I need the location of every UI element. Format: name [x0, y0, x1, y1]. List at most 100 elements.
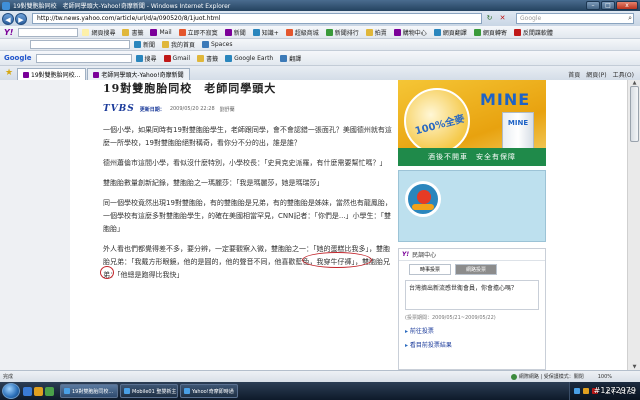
taskbar-button[interactable]: Yahoo!奇摩即時通: [180, 384, 238, 398]
links-toolbar-item-icon: [162, 41, 170, 48]
ie-icon: [2, 1, 10, 10]
status-bar: 完成 網際網路 | 受保護模式：關閉 100%: [0, 370, 640, 382]
google-search-input[interactable]: [35, 53, 132, 63]
google-toolbar-item-icon: [163, 54, 171, 62]
yahoo-toolbar-item[interactable]: Mail: [150, 28, 172, 37]
page-menu[interactable]: 網頁(P): [586, 70, 606, 79]
article-headline: 19對雙胞胎同校 老師同學頭大: [103, 82, 277, 95]
yahoo-toolbar-item[interactable]: 立即不寂寞: [178, 28, 218, 37]
poll-question[interactable]: 台灣擠出新流感世衛會員，你會擔心嗎？: [405, 280, 539, 310]
yahoo-toolbar-item[interactable]: 網頁搜尋: [82, 28, 115, 37]
tvbs-logo[interactable]: TVBS: [103, 104, 135, 114]
arc-shape: [412, 204, 434, 210]
search-icon[interactable]: ⌕: [628, 14, 632, 23]
yahoo-toolbar-item[interactable]: 網頁轉寄: [473, 28, 507, 37]
results-link[interactable]: 看目前投票結果: [405, 340, 545, 349]
yahoo-toolbar-item[interactable]: 拍賣: [365, 28, 387, 37]
back-button[interactable]: ◀: [2, 12, 14, 25]
yahoo-toolbar-item-label: 網頁轉寄: [482, 29, 507, 37]
search-input[interactable]: Google ⌕: [516, 13, 634, 24]
yahoo-toolbar-item[interactable]: 購物中心: [393, 28, 427, 37]
taskbar: 19對雙胞胎同校... Mobile01 聖嬰新主... Yahoo!奇摩即時通 上…: [0, 382, 640, 400]
ad-banner[interactable]: 100%全麥 MINE MINE 酒後不開車 安全有保障: [398, 80, 546, 166]
yahoo-tab-icon: [93, 71, 100, 78]
yahoo-logo[interactable]: Y!: [4, 28, 13, 37]
poll-tab-web[interactable]: 網路投票: [455, 264, 498, 275]
maximize-button[interactable]: □: [601, 0, 615, 10]
favorites-star-icon[interactable]: ★: [3, 67, 15, 79]
google-toolbar-item[interactable]: 搜尋: [135, 54, 157, 63]
close-button[interactable]: x: [616, 0, 638, 10]
taskbar-button[interactable]: 19對雙胞胎同校...: [60, 384, 118, 398]
links-toolbar-item[interactable]: Spaces: [202, 40, 232, 49]
google-toolbar-item-icon: [280, 54, 288, 62]
stop-icon[interactable]: ✕: [497, 13, 508, 24]
google-logo[interactable]: Google: [4, 54, 32, 62]
yahoo-toolbar-item[interactable]: 超級商城: [285, 28, 319, 37]
security-zone: 網際網路 | 受保護模式：關閉: [510, 373, 584, 380]
yahoo-toolbar-item[interactable]: 新聞排行: [325, 28, 359, 37]
links-toolbar-item-label: 新聞: [143, 42, 156, 49]
news-page: 19對雙胞胎同校 老師同學頭大 TVBS 更新日期： 2009/05/20 22…: [70, 80, 627, 370]
vote-link[interactable]: 前往投票: [405, 326, 545, 335]
app-icon: [184, 388, 190, 394]
poll-title: 民調中心: [412, 252, 437, 259]
minimize-button[interactable]: –: [586, 0, 600, 10]
quick-launch-icon[interactable]: [34, 386, 43, 396]
updated-time: 2009/05/20 22:28: [169, 106, 215, 112]
forward-button[interactable]: ▶: [15, 12, 27, 25]
yahoo-toolbar-item-label: Mail: [159, 28, 172, 36]
yahoo-toolbar-item[interactable]: 網頁翻譯: [433, 28, 467, 37]
tray-icon[interactable]: [573, 388, 580, 394]
poll-tabs: 時事投票 網路投票: [409, 264, 545, 275]
yahoo-toolbar-item-label: 反間諜軟體: [522, 29, 553, 37]
taskbar-button-label: Yahoo!奇摩即時通: [192, 388, 234, 395]
google-toolbar-item[interactable]: Google Earth: [225, 54, 273, 63]
google-toolbar-item-icon: [135, 54, 143, 62]
app-icon: [64, 388, 70, 394]
vertical-scrollbar[interactable]: ▲ ▼: [627, 80, 640, 370]
links-toolbar-item[interactable]: 我的首頁: [162, 40, 195, 49]
zoom-level[interactable]: 100%: [598, 374, 612, 380]
refresh-icon[interactable]: ↻: [484, 13, 495, 24]
google-toolbar: Google 搜尋 Gmail 書籤 Google Earth 翻譯: [0, 51, 640, 66]
links-input[interactable]: [30, 40, 130, 49]
tools-menu[interactable]: 工具(O): [613, 70, 634, 79]
poll-tab-current[interactable]: 時事投票: [409, 264, 452, 275]
url-input[interactable]: http://tw.news.yahoo.com/article/url/d/a…: [32, 13, 482, 24]
taskbar-button-label: 19對雙胞胎同校...: [72, 388, 114, 395]
google-toolbar-item[interactable]: 翻譯: [280, 54, 301, 63]
page-viewport: 19對雙胞胎同校 老師同學頭大 TVBS 更新日期： 2009/05/20 22…: [0, 80, 640, 370]
right-sidebar: 100%全麥 MINE MINE 酒後不開車 安全有保障 Y! 民調中心 時事投…: [398, 80, 546, 370]
home-button[interactable]: 首頁: [568, 70, 580, 79]
poll-period: (投票期間：2009/05/21~2009/05/22): [405, 315, 496, 321]
app-icon: [124, 388, 130, 394]
yahoo-toolbar-item-icon: [252, 28, 260, 36]
red-annotation-circle: [302, 252, 372, 268]
yahoo-toolbar-item[interactable]: 反間諜軟體: [513, 28, 553, 37]
tab-current[interactable]: 19對雙胞胎同校...: [17, 68, 87, 80]
yahoo-toolbar-item-label: 立即不寂寞: [187, 29, 218, 37]
start-button[interactable]: [2, 383, 20, 399]
scroll-thumb[interactable]: [630, 86, 639, 142]
tab-secondary[interactable]: 老師同學頭大-Yahoo!奇摩新聞: [87, 68, 190, 80]
google-toolbar-item[interactable]: 書籤: [197, 54, 218, 63]
promo-box[interactable]: [398, 170, 546, 242]
article-paragraph: 雙胞胎數量創新紀錄，雙胞胎之一瑪麗莎：「我是瑪麗莎，她是瑪瑞莎」: [103, 179, 324, 187]
links-toolbar-item[interactable]: 新聞: [134, 40, 155, 49]
yahoo-toolbar-item[interactable]: 新聞: [224, 28, 246, 37]
quick-launch-icon[interactable]: [23, 386, 32, 396]
taskbar-button[interactable]: Mobile01 聖嬰新主...: [120, 384, 178, 398]
search-placeholder: Google: [520, 15, 542, 22]
tab-bar: ★ 19對雙胞胎同校... 老師同學頭大-Yahoo!奇摩新聞 首頁 網頁(P)…: [0, 66, 640, 80]
tab-label: 19對雙胞胎同校...: [31, 72, 81, 79]
quick-launch-icon[interactable]: [45, 386, 54, 396]
yahoo-toolbar-item[interactable]: 書籤: [122, 28, 143, 37]
google-toolbar-item[interactable]: Gmail: [163, 54, 190, 63]
yahoo-search-input[interactable]: [18, 27, 79, 37]
ad-brand: MINE: [480, 90, 531, 109]
yahoo-toolbar-item-label: 購物中心: [402, 29, 427, 37]
yahoo-toolbar-item-label: 拍賣: [374, 29, 387, 37]
yahoo-toolbar-item[interactable]: 知識+: [252, 28, 279, 37]
tray-icon[interactable]: [582, 388, 589, 394]
